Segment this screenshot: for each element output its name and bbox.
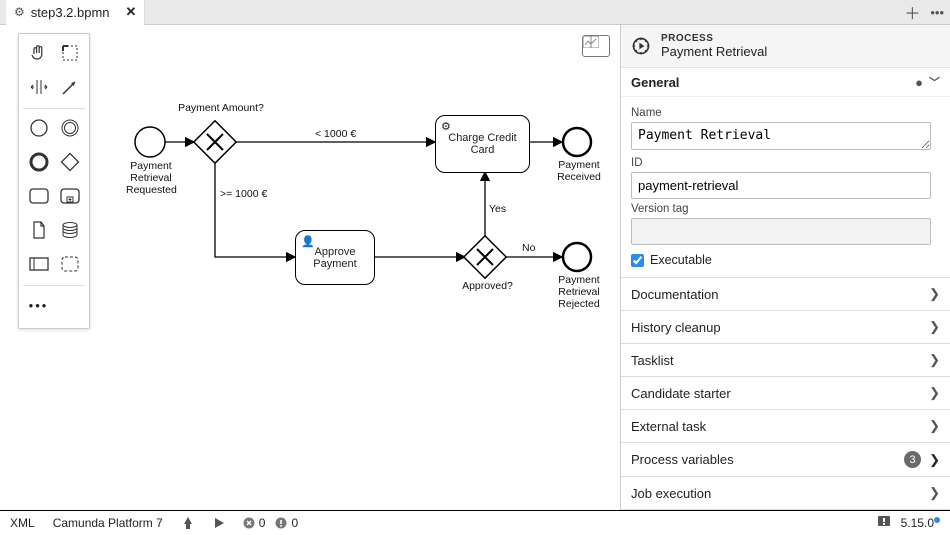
end-rejected-label: Payment RetrievalRejected (542, 274, 616, 310)
participant-icon[interactable] (26, 251, 52, 277)
start-event-label: PaymentRetrievalRequested (126, 160, 176, 196)
add-tab-icon[interactable]: ＋ (904, 0, 920, 24)
edge-yes-label: Yes (489, 203, 506, 215)
start-event[interactable] (135, 127, 165, 157)
name-label: Name (631, 107, 940, 119)
end-event-received[interactable] (563, 128, 591, 156)
problems-indicator[interactable]: 0 0 (243, 516, 298, 530)
more-tools-icon[interactable]: ••• (26, 292, 52, 318)
gateway2-label: Approved? (460, 280, 515, 292)
group-label: Process variables (631, 452, 734, 467)
task-label: Approve Payment (313, 246, 356, 270)
connect-tool-icon[interactable] (57, 74, 83, 100)
chevron-right-icon: ❯ (929, 319, 940, 335)
task-approve-payment[interactable]: Approve Payment 👤 (295, 230, 375, 285)
group-label: Documentation (631, 287, 718, 302)
tool-palette: ••• (18, 33, 90, 329)
executable-checkbox[interactable] (631, 254, 644, 267)
minimap-toggle[interactable] (582, 35, 610, 57)
executable-row[interactable]: Executable (631, 253, 940, 267)
tab-bar: ⚙ step3.2.bpmn ✕ ＋ ••• (0, 0, 950, 25)
kebab-icon[interactable]: ••• (930, 5, 944, 20)
gateway-amount[interactable] (194, 121, 236, 163)
end-event-rejected[interactable] (563, 243, 591, 271)
id-field[interactable] (631, 172, 931, 199)
chevron-right-icon: ❯ (929, 385, 940, 401)
executable-label: Executable (650, 253, 712, 267)
group-external-task[interactable]: External task ❯ (621, 409, 950, 442)
panel-title: Payment Retrieval (661, 44, 767, 59)
panel-header: PROCESS Payment Retrieval (621, 25, 950, 68)
data-store-icon[interactable] (57, 217, 83, 243)
intermediate-event-icon[interactable] (57, 115, 83, 141)
gear-icon: ⚙ (14, 5, 25, 19)
gateway-icon[interactable] (57, 149, 83, 175)
group-label: Tasklist (631, 353, 674, 368)
chevron-right-icon: ❯ (929, 418, 940, 434)
edge-lt-label: < 1000 € (315, 128, 356, 140)
task-label: Charge Credit Card (448, 132, 516, 156)
platform-label: Camunda Platform 7 (53, 516, 163, 530)
group-candidate-starter[interactable]: Candidate starter ❯ (621, 376, 950, 409)
group-icon[interactable] (57, 251, 83, 277)
space-tool-icon[interactable] (26, 74, 52, 100)
tab-title: step3.2.bpmn (31, 5, 110, 20)
chevron-right-icon: ❯ (929, 352, 940, 368)
group-label: External task (631, 419, 706, 434)
chevron-right-icon: ❯ (929, 485, 940, 501)
group-job-execution[interactable]: Job execution ❯ (621, 476, 950, 509)
user-task-icon: 👤 (301, 235, 315, 248)
tab[interactable]: ⚙ step3.2.bpmn ✕ (6, 0, 145, 25)
gateway-approved[interactable] (464, 236, 506, 278)
id-label: ID (631, 157, 940, 169)
group-history-cleanup[interactable]: History cleanup ❯ (621, 310, 950, 343)
version-label: Version tag (631, 203, 940, 215)
section-general[interactable]: General ● ﹀ (621, 68, 950, 97)
start-event-icon[interactable] (26, 115, 52, 141)
group-label: Candidate starter (631, 386, 731, 401)
hand-tool-icon[interactable] (26, 40, 52, 66)
group-label: History cleanup (631, 320, 721, 335)
count-badge: 3 (904, 451, 921, 468)
section-title: General (631, 75, 679, 90)
panel-type: PROCESS (661, 33, 767, 44)
run-icon[interactable] (213, 517, 225, 529)
group-tasklist[interactable]: Tasklist ❯ (621, 343, 950, 376)
version-field[interactable] (631, 218, 931, 245)
gateway1-label: Payment Amount? (176, 102, 266, 114)
task-icon[interactable] (26, 183, 52, 209)
group-label: Job execution (631, 486, 711, 501)
xml-toggle[interactable]: XML (10, 516, 35, 530)
subprocess-icon[interactable] (57, 183, 83, 209)
service-task-icon: ⚙ (441, 120, 451, 133)
edge-no-label: No (522, 242, 535, 254)
group-documentation[interactable]: Documentation ❯ (621, 277, 950, 310)
chevron-down-icon[interactable]: ﹀ (929, 74, 940, 90)
feedback-icon[interactable] (877, 515, 891, 532)
chevron-right-icon: ❯ (929, 286, 940, 302)
group-process-variables[interactable]: Process variables 3 ❯ (621, 442, 950, 476)
process-icon (631, 36, 651, 56)
chevron-right-icon: ❯ (929, 452, 940, 468)
version-label: 5.15.0 (901, 516, 940, 530)
marker-dot-icon: ● (915, 75, 923, 90)
lasso-tool-icon[interactable] (57, 40, 83, 66)
close-icon[interactable]: ✕ (126, 4, 137, 20)
deploy-icon[interactable] (181, 516, 195, 530)
end-event-icon[interactable] (26, 149, 52, 175)
status-bar: XML Camunda Platform 7 0 0 5.15.0 (0, 510, 950, 535)
data-object-icon[interactable] (26, 217, 52, 243)
name-field[interactable] (631, 122, 931, 150)
task-charge-credit-card[interactable]: Charge Credit Card ⚙ (435, 115, 530, 173)
properties-panel: PROCESS Payment Retrieval General ● ﹀ Na… (620, 25, 950, 510)
edge-ge-label: >= 1000 € (220, 188, 267, 200)
end-received-label: PaymentReceived (556, 159, 602, 183)
